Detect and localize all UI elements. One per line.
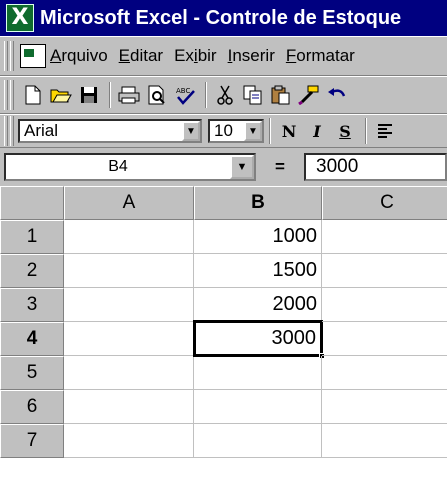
italic-button[interactable]: I	[304, 118, 330, 144]
name-box-value: B4	[108, 158, 128, 175]
menu-arquivo[interactable]: Arquivo	[50, 46, 108, 66]
title-bar: X Microsoft Excel - Controle de Estoque	[0, 0, 447, 36]
column-header-b[interactable]: B	[194, 186, 322, 220]
cell-a1[interactable]	[64, 220, 194, 254]
cell-c6[interactable]	[322, 390, 447, 424]
new-icon[interactable]	[20, 81, 46, 109]
document-icon[interactable]	[20, 44, 46, 68]
cut-icon[interactable]	[212, 81, 238, 109]
formula-bar: B4 ▼ = 3000	[0, 148, 447, 186]
svg-text:ABC: ABC	[176, 87, 190, 95]
chevron-down-icon[interactable]: ▼	[182, 121, 200, 141]
bold-button[interactable]: N	[276, 118, 302, 144]
menu-exibir[interactable]: Exibir	[174, 46, 217, 66]
cell-c2[interactable]	[322, 254, 447, 288]
toolbar-separator	[269, 118, 271, 144]
cell-a2[interactable]	[64, 254, 194, 288]
row-header-7[interactable]: 7	[0, 424, 64, 458]
row-header-2[interactable]: 2	[0, 254, 64, 288]
standard-toolbar: ABC	[0, 76, 447, 114]
save-icon[interactable]	[76, 81, 102, 109]
spelling-icon[interactable]: ABC	[172, 81, 198, 109]
undo-icon[interactable]	[324, 81, 350, 109]
cell-b7[interactable]	[194, 424, 322, 458]
cell-b4-selected[interactable]: 3000	[193, 320, 323, 357]
cell-b3[interactable]: 2000	[194, 288, 322, 322]
print-icon[interactable]	[116, 81, 142, 109]
font-size-select[interactable]: 10 ▼	[208, 119, 264, 143]
toolbar-grip-2[interactable]	[10, 80, 14, 110]
menu-inserir[interactable]: Inserir	[228, 46, 275, 66]
worksheet-grid: A B C 1 2 3 4 5 6 7 1000 1500 2000 3000	[0, 186, 447, 492]
cell-c7[interactable]	[322, 424, 447, 458]
select-all-corner[interactable]	[0, 186, 64, 220]
menu-grip[interactable]	[4, 41, 8, 71]
underline-button[interactable]: S	[332, 118, 358, 144]
format-painter-icon[interactable]	[296, 81, 322, 109]
equals-sign[interactable]: =	[256, 157, 304, 177]
toolbar-separator	[365, 118, 367, 144]
cell-c1[interactable]	[322, 220, 447, 254]
cell-c5[interactable]	[322, 356, 447, 390]
cell-a4[interactable]	[64, 322, 194, 356]
chevron-down-icon[interactable]: ▼	[230, 155, 254, 179]
cell-c3[interactable]	[322, 288, 447, 322]
print-preview-icon[interactable]	[144, 81, 170, 109]
cell-b5[interactable]	[194, 356, 322, 390]
open-icon[interactable]	[48, 81, 74, 109]
cell-a6[interactable]	[64, 390, 194, 424]
font-size-value: 10	[214, 121, 233, 140]
cell-c4[interactable]	[322, 322, 447, 356]
name-box[interactable]: B4 ▼	[4, 153, 256, 181]
menu-grip-2[interactable]	[10, 41, 14, 71]
formula-input[interactable]: 3000	[304, 153, 447, 181]
toolbar-separator	[109, 82, 111, 108]
formatting-toolbar: Arial ▼ 10 ▼ N I S	[0, 114, 447, 148]
cell-b2[interactable]: 1500	[194, 254, 322, 288]
row-header-1[interactable]: 1	[0, 220, 64, 254]
font-select[interactable]: Arial ▼	[18, 119, 202, 143]
cell-b6[interactable]	[194, 390, 322, 424]
cell-a5[interactable]	[64, 356, 194, 390]
cell-a3[interactable]	[64, 288, 194, 322]
menu-editar[interactable]: Editar	[119, 46, 163, 66]
row-header-6[interactable]: 6	[0, 390, 64, 424]
column-header-c[interactable]: C	[322, 186, 447, 220]
row-header-5[interactable]: 5	[0, 356, 64, 390]
toolbar-separator	[205, 82, 207, 108]
format-grip-2[interactable]	[10, 116, 14, 146]
row-header-4[interactable]: 4	[0, 322, 64, 356]
paste-icon[interactable]	[268, 81, 294, 109]
cell-a7[interactable]	[64, 424, 194, 458]
menu-bar: Arquivo Editar Exibir Inserir Formatar	[0, 36, 447, 76]
excel-icon[interactable]: X	[6, 4, 34, 32]
copy-icon[interactable]	[240, 81, 266, 109]
window-title: Microsoft Excel - Controle de Estoque	[40, 6, 402, 29]
chevron-down-icon[interactable]: ▼	[244, 121, 262, 141]
cell-b1[interactable]: 1000	[194, 220, 322, 254]
column-header-a[interactable]: A	[64, 186, 194, 220]
align-left-icon[interactable]	[372, 117, 398, 145]
menu-formatar[interactable]: Formatar	[286, 46, 355, 66]
format-grip[interactable]	[4, 116, 8, 146]
font-value: Arial	[24, 121, 59, 140]
toolbar-grip[interactable]	[4, 80, 8, 110]
row-header-3[interactable]: 3	[0, 288, 64, 322]
